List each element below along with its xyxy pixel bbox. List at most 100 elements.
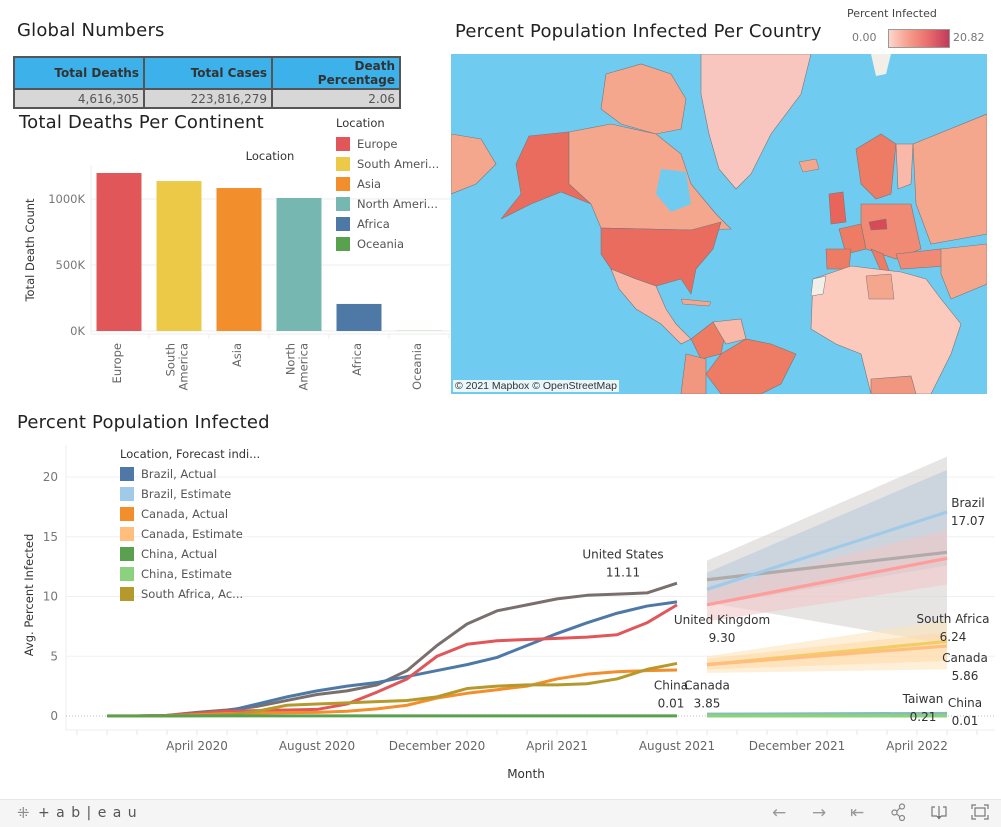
continent-legend: Location Europe South Ameri... Asia North A… bbox=[336, 116, 439, 254]
x-tick-label: December 2021 bbox=[749, 739, 846, 753]
legend-item[interactable]: Africa bbox=[336, 214, 439, 234]
x-tick-label: April 2021 bbox=[526, 739, 588, 753]
country-central-europe[interactable] bbox=[861, 204, 921, 259]
legend-item[interactable]: Brazil, Actual bbox=[120, 464, 260, 484]
legend-swatch bbox=[336, 157, 350, 171]
annotation-united-kingdom-name: United Kingdom bbox=[674, 613, 770, 627]
y-tick-label: 1000K bbox=[48, 192, 85, 206]
legend-item[interactable]: South Ameri... bbox=[336, 154, 439, 174]
y-axis-title: Avg. Percent Infected bbox=[22, 534, 36, 657]
legend-swatch bbox=[120, 507, 134, 521]
country-russia-west[interactable] bbox=[913, 114, 987, 244]
map-countries bbox=[451, 54, 987, 394]
legend-label: Canada, Estimate bbox=[141, 527, 243, 541]
legend-label: China, Estimate bbox=[141, 567, 232, 581]
annotation-canada-name: Canada bbox=[684, 679, 730, 693]
legend-swatch bbox=[120, 547, 134, 561]
forecast-legend: Location, Forecast indi... Brazil, Actua… bbox=[120, 447, 260, 604]
legend-item[interactable]: China, Estimate bbox=[120, 564, 260, 584]
annotation-united-states-name: United States bbox=[582, 547, 663, 561]
legend-label: North Ameri... bbox=[357, 197, 438, 211]
legend-swatch bbox=[120, 587, 134, 601]
annotation-united-states-value: 11.11 bbox=[606, 565, 640, 579]
legend-item[interactable]: Canada, Actual bbox=[120, 504, 260, 524]
legend-label: South Ameri... bbox=[357, 157, 439, 171]
continent-legend-title: Location bbox=[336, 116, 439, 130]
revert-icon[interactable]: ⇤ bbox=[850, 803, 864, 823]
legend-item[interactable]: Europe bbox=[336, 134, 439, 154]
x-tick-label: North bbox=[284, 343, 298, 375]
x-tick-label: South bbox=[164, 343, 178, 376]
annotation-canada-value: 3.85 bbox=[694, 697, 721, 711]
legend-label: Brazil, Actual bbox=[141, 467, 216, 481]
country-south-africa[interactable] bbox=[871, 376, 916, 394]
country-spain[interactable] bbox=[826, 249, 851, 269]
legend-item[interactable]: Brazil, Estimate bbox=[120, 484, 260, 504]
annotation-south-africa-name: South Africa bbox=[917, 612, 990, 626]
series-brazil-actual bbox=[137, 602, 677, 716]
annotation-south-africa-value: 6.24 bbox=[940, 630, 967, 644]
redo-icon[interactable]: → bbox=[812, 803, 826, 823]
annotation-taiwan-value: 0.21 bbox=[910, 710, 937, 724]
tableau-brand[interactable]: + a b | e a u bbox=[38, 805, 138, 821]
legend-item[interactable]: Oceania bbox=[336, 234, 439, 254]
x-tick-label: America bbox=[297, 343, 311, 390]
map-legend-title: Percent Infected bbox=[847, 7, 937, 20]
header-death-percentage: Death Percentage bbox=[272, 57, 400, 89]
header-total-cases: Total Cases bbox=[144, 57, 272, 89]
fullscreen-icon[interactable] bbox=[970, 803, 990, 826]
y-tick-label: 20 bbox=[43, 470, 58, 484]
y-tick-label: 10 bbox=[43, 590, 58, 604]
legend-swatch bbox=[120, 487, 134, 501]
x-tick-label: April 2020 bbox=[166, 739, 228, 753]
legend-label: China, Actual bbox=[141, 547, 217, 561]
map-attribution[interactable]: © 2021 Mapbox © OpenStreetMap bbox=[453, 380, 619, 392]
legend-label: Asia bbox=[357, 177, 381, 191]
map-legend-min: 0.00 bbox=[852, 31, 877, 44]
country-iceland[interactable] bbox=[799, 159, 819, 172]
country-cuba[interactable] bbox=[681, 299, 711, 306]
line-chart-title: Percent Population Infected bbox=[17, 412, 270, 433]
country-scandinavia[interactable] bbox=[856, 134, 896, 199]
legend-swatch bbox=[120, 567, 134, 581]
country-greenland[interactable] bbox=[701, 54, 811, 189]
legend-label: Canada, Actual bbox=[141, 507, 228, 521]
download-icon[interactable] bbox=[930, 803, 948, 826]
annotation-taiwan-name: Taiwan bbox=[902, 692, 944, 706]
y-tick-label: 5 bbox=[50, 649, 58, 663]
country-finland[interactable] bbox=[896, 144, 913, 189]
legend-swatch bbox=[336, 177, 350, 191]
country-united-kingdom[interactable] bbox=[829, 192, 846, 224]
legend-item[interactable]: Canada, Estimate bbox=[120, 524, 260, 544]
legend-item[interactable]: South Africa, Ac... bbox=[120, 584, 260, 604]
legend-item[interactable]: China, Actual bbox=[120, 544, 260, 564]
x-tick-label: Africa bbox=[350, 343, 364, 376]
x-tick-label: America bbox=[177, 343, 191, 390]
x-tick-label: Oceania bbox=[410, 343, 424, 390]
country-canada-islands[interactable] bbox=[601, 64, 686, 134]
country-middle-east[interactable] bbox=[941, 244, 987, 299]
legend-label: Africa bbox=[357, 217, 390, 231]
x-tick-label: Asia bbox=[230, 343, 244, 367]
annotation-brazil-value: 17.07 bbox=[951, 514, 985, 528]
legend-item[interactable]: North Ameri... bbox=[336, 194, 439, 214]
annotation-china-name: China bbox=[654, 679, 688, 693]
world-map[interactable]: © 2021 Mapbox © OpenStreetMap bbox=[451, 54, 987, 394]
annotation-china-name: China bbox=[948, 696, 982, 710]
country-peru[interactable] bbox=[681, 354, 706, 394]
country-canada[interactable] bbox=[569, 124, 731, 230]
x-tick-label: April 2022 bbox=[886, 739, 948, 753]
bar-africa bbox=[337, 304, 382, 331]
share-icon[interactable] bbox=[891, 803, 907, 826]
tableau-logo-icon[interactable]: ⁜ bbox=[17, 804, 30, 822]
legend-item[interactable]: Asia bbox=[336, 174, 439, 194]
legend-swatch bbox=[120, 527, 134, 541]
annotation-canada-name: Canada bbox=[942, 651, 988, 665]
country-libya[interactable] bbox=[866, 274, 894, 299]
country-russia-east[interactable] bbox=[451, 134, 496, 194]
legend-swatch bbox=[336, 137, 350, 151]
annotation-united-kingdom-value: 9.30 bbox=[709, 631, 736, 645]
global-numbers-title: Global Numbers bbox=[17, 20, 165, 41]
undo-icon[interactable]: ← bbox=[772, 803, 786, 823]
y-tick-label: 0 bbox=[50, 709, 58, 723]
